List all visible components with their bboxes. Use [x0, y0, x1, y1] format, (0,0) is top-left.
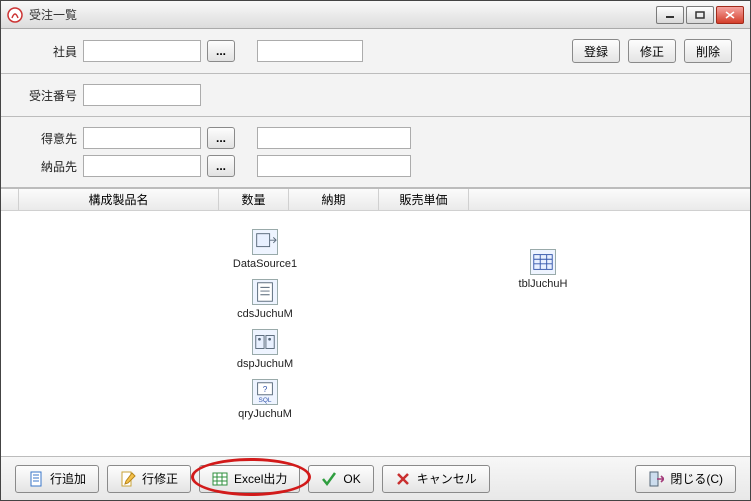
- order-no-label: 受注番号: [19, 87, 77, 104]
- register-button[interactable]: 登録: [572, 39, 620, 63]
- window-buttons: [656, 6, 744, 24]
- grid-col-due[interactable]: 納期: [289, 189, 379, 210]
- component-qryJuchuM[interactable]: ? SQL qryJuchuM: [229, 379, 301, 420]
- maximize-button[interactable]: [686, 6, 714, 24]
- window-title: 受注一覧: [29, 6, 656, 23]
- grid-col-qty[interactable]: 数量: [219, 189, 289, 210]
- grid-header: 構成製品名 数量 納期 販売単価: [1, 189, 750, 211]
- close-icon: [725, 11, 735, 19]
- component-label: dspJuchuM: [229, 358, 301, 370]
- customer-name-input[interactable]: [257, 127, 411, 149]
- cross-icon: [395, 471, 411, 487]
- modify-button[interactable]: 修正: [628, 39, 676, 63]
- component-tblJuchuH[interactable]: tblJuchuH: [507, 249, 579, 290]
- cancel-button[interactable]: キャンセル: [382, 465, 490, 493]
- delete-button[interactable]: 削除: [684, 39, 732, 63]
- grid-col-product[interactable]: 構成製品名: [19, 189, 219, 210]
- grid-col-price[interactable]: 販売単価: [379, 189, 469, 210]
- component-icon: [252, 229, 278, 255]
- excel-export-button[interactable]: Excel出力: [199, 465, 300, 493]
- employee-name-input[interactable]: [257, 40, 363, 62]
- edit-row-button[interactable]: 行修正: [107, 465, 191, 493]
- component-label: cdsJuchuM: [229, 308, 301, 320]
- designer-canvas: DataSource1 cdsJuchuM dspJuchuM? SQL qryJuch…: [1, 211, 750, 456]
- check-icon: [321, 471, 337, 487]
- minimize-icon: [665, 11, 675, 19]
- footer-toolbar: 行追加 行修正 Excel出力 OK キャンセル: [1, 456, 750, 500]
- component-label: tblJuchuH: [507, 278, 579, 290]
- delivery-picker-button[interactable]: ...: [207, 155, 235, 177]
- component-DataSource1[interactable]: DataSource1: [229, 229, 301, 270]
- ok-button[interactable]: OK: [308, 465, 373, 493]
- employee-label: 社員: [19, 43, 77, 60]
- ellipsis-icon: ...: [216, 131, 226, 145]
- delivery-code-input[interactable]: [83, 155, 201, 177]
- component-icon: ? SQL: [252, 379, 278, 405]
- document-edit-icon: [120, 471, 136, 487]
- panel-order-no: 受注番号: [1, 74, 750, 117]
- ellipsis-icon: ...: [216, 159, 226, 173]
- component-dspJuchuM[interactable]: dspJuchuM: [229, 329, 301, 370]
- excel-icon: [212, 471, 228, 487]
- component-icon: [252, 329, 278, 355]
- svg-text:?: ?: [263, 384, 268, 394]
- customer-code-input[interactable]: [83, 127, 201, 149]
- employee-picker-button[interactable]: ...: [207, 40, 235, 62]
- order-no-input[interactable]: [83, 84, 201, 106]
- document-add-icon: [28, 471, 44, 487]
- app-window: 受注一覧 社員 ... 登録 修正 削除: [0, 0, 751, 501]
- record-toolbar: 登録 修正 削除: [572, 39, 732, 63]
- grid-row-selector[interactable]: [1, 189, 19, 210]
- close-button[interactable]: [716, 6, 744, 24]
- component-icon: [530, 249, 556, 275]
- svg-text:SQL: SQL: [259, 397, 272, 404]
- employee-code-input[interactable]: [83, 40, 201, 62]
- component-label: DataSource1: [229, 258, 301, 270]
- customer-picker-button[interactable]: ...: [207, 127, 235, 149]
- detail-grid-area: 構成製品名 数量 納期 販売単価 DataSource1 cdsJuchuM dsp…: [1, 188, 750, 456]
- panel-parties: 得意先 ... 納品先 ...: [1, 117, 750, 188]
- ellipsis-icon: ...: [216, 44, 226, 58]
- component-label: qryJuchuM: [229, 408, 301, 420]
- component-icon: [252, 279, 278, 305]
- delivery-label: 納品先: [19, 158, 77, 175]
- component-cdsJuchuM[interactable]: cdsJuchuM: [229, 279, 301, 320]
- maximize-icon: [695, 11, 705, 19]
- customer-label: 得意先: [19, 130, 77, 147]
- add-row-button[interactable]: 行追加: [15, 465, 99, 493]
- panel-employee: 社員 ... 登録 修正 削除: [1, 29, 750, 74]
- delivery-name-input[interactable]: [257, 155, 411, 177]
- titlebar: 受注一覧: [1, 1, 750, 29]
- exit-icon: [648, 471, 664, 487]
- app-icon: [7, 7, 23, 23]
- minimize-button[interactable]: [656, 6, 684, 24]
- close-window-button[interactable]: 閉じる(C): [635, 465, 736, 493]
